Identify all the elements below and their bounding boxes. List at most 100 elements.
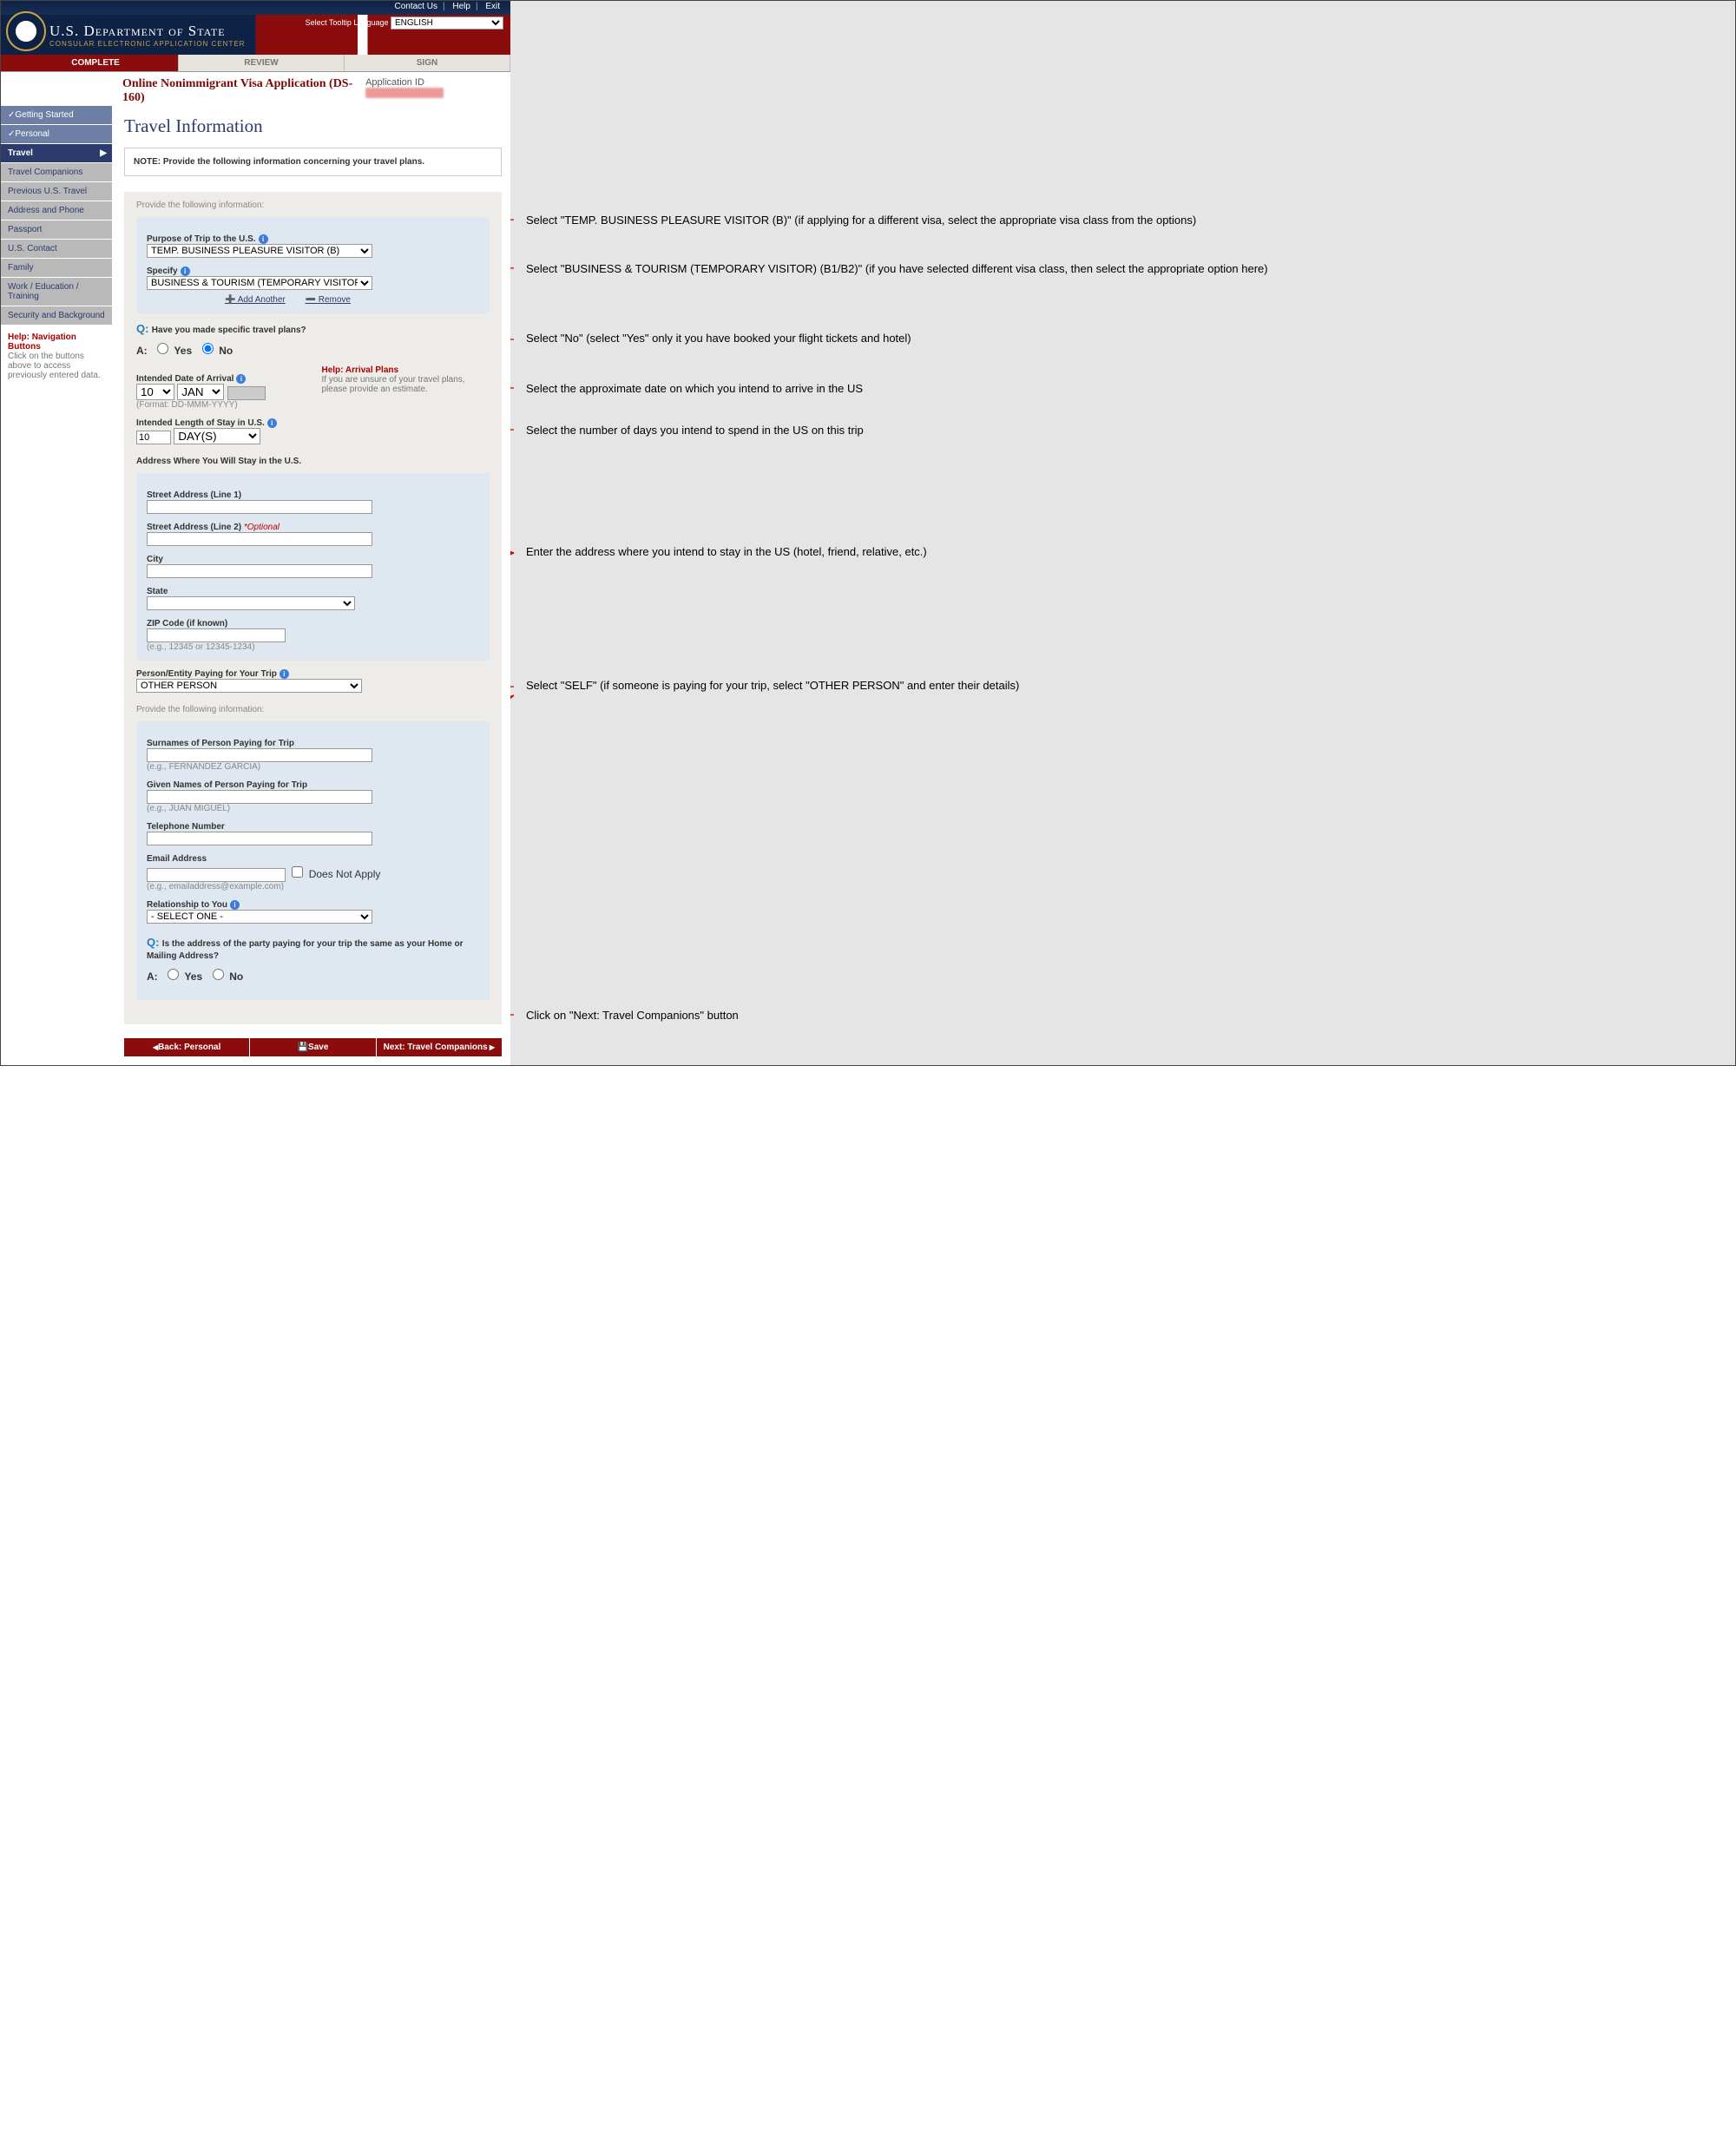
plans-yes[interactable]: Yes <box>153 345 192 357</box>
city-input[interactable] <box>147 564 372 578</box>
help-link[interactable]: Help <box>452 2 470 11</box>
sidebar-item[interactable]: Getting Started <box>1 106 112 125</box>
arrival-format: (Format: DD-MMM-YYYY) <box>136 400 305 410</box>
annotation-plans: Select "No" (select "Yes" only it you ha… <box>526 331 920 346</box>
dept-subtitle: CONSULAR ELECTRONIC APPLICATION CENTER <box>49 40 245 48</box>
sidebar-item[interactable]: U.S. Contact <box>1 240 112 259</box>
zip-label: ZIP Code (if known) <box>147 619 479 628</box>
app-title: Online Nonimmigrant Visa Application (DS… <box>122 77 365 105</box>
sidebar-item[interactable]: Personal <box>1 125 112 144</box>
info-icon[interactable]: i <box>230 900 240 910</box>
annotation-stay: Select the number of days you intend to … <box>526 423 872 438</box>
addr1-label: Street Address (Line 1) <box>147 490 479 500</box>
help-arrival-text: If you are unsure of your travel plans, … <box>322 375 490 394</box>
sidebar-item[interactable]: Address and Phone <box>1 201 112 220</box>
payer-select[interactable]: OTHER PERSON <box>136 679 362 693</box>
email-na-checkbox[interactable]: Does Not Apply <box>288 868 380 880</box>
provide-label: Provide the following information: <box>136 201 490 210</box>
email-label: Email Address <box>147 854 479 864</box>
info-icon[interactable]: i <box>236 374 246 384</box>
zip-input[interactable] <box>147 628 286 642</box>
city-label: City <box>147 555 479 564</box>
sidebar-item[interactable]: Travel <box>1 144 112 163</box>
annotation-address: Enter the address where you intend to st… <box>526 544 936 560</box>
save-button[interactable]: Save <box>250 1038 376 1056</box>
sidebar-item[interactable]: Previous U.S. Travel <box>1 182 112 201</box>
chevron-down-icon <box>1 55 13 71</box>
info-icon[interactable]: i <box>259 234 268 244</box>
arrow-overlay <box>510 1 1735 1069</box>
rel-select[interactable]: - SELECT ONE - <box>147 910 372 924</box>
addr2-label: Street Address (Line 2) <box>147 523 241 532</box>
arrival-day[interactable]: 10 <box>136 384 174 400</box>
tab-sign[interactable]: SIGN <box>345 55 510 71</box>
sameaddr-no[interactable]: No <box>208 970 243 983</box>
sidebar-item[interactable]: Security and Background <box>1 306 112 326</box>
sidebar-item[interactable]: Family <box>1 259 112 278</box>
info-icon[interactable]: i <box>279 669 289 679</box>
arrival-month[interactable]: JAN <box>177 384 224 400</box>
arrival-label: Intended Date of Arrival <box>136 374 233 384</box>
sameaddr-yes[interactable]: Yes <box>163 970 202 983</box>
arrival-year[interactable] <box>227 386 266 400</box>
sidebar-help-text: Click on the buttons above to access pre… <box>8 352 105 380</box>
lang-select[interactable]: ENGLISH <box>391 16 503 30</box>
sidebar-item[interactable]: Passport <box>1 220 112 240</box>
exit-link[interactable]: Exit <box>485 2 500 11</box>
payer-label: Person/Entity Paying for Your Trip <box>136 669 277 679</box>
specify-label: Specify <box>147 266 178 276</box>
help-arrival-title: Help: Arrival Plans <box>322 365 490 375</box>
state-label: State <box>147 587 479 596</box>
stay-number[interactable] <box>136 431 171 444</box>
info-icon[interactable]: i <box>267 418 277 428</box>
tel-input[interactable] <box>147 832 372 845</box>
instruction-note: NOTE: Provide the following information … <box>124 148 502 176</box>
sidebar-item[interactable]: Work / Education / Training <box>1 278 112 306</box>
seal-icon <box>6 11 46 51</box>
section-title: Travel Information <box>124 115 502 137</box>
annotation-payer: Select "SELF" (if someone is paying for … <box>526 678 1028 694</box>
q-travelplans: Have you made specific travel plans? <box>152 326 306 335</box>
given-label: Given Names of Person Paying for Trip <box>147 780 479 790</box>
given-hint: (e.g., JUAN MIGUEL) <box>147 804 479 813</box>
back-button[interactable]: Back: Personal <box>124 1038 250 1056</box>
stay-unit[interactable]: DAY(S) <box>174 428 260 444</box>
tab-complete[interactable]: COMPLETE <box>13 55 179 71</box>
plans-no[interactable]: No <box>198 345 233 357</box>
surnames-input[interactable] <box>147 748 372 762</box>
lang-label: Select Tooltip Language <box>306 18 389 27</box>
surnames-hint: (e.g., FERNANDEZ GARCIA) <box>147 762 479 772</box>
addr1-input[interactable] <box>147 500 372 514</box>
rel-label: Relationship to You <box>147 900 227 910</box>
sidebar-help-title: Help: Navigation Buttons <box>8 332 105 352</box>
addr2-optional: *Optional <box>244 523 279 532</box>
app-id-value <box>365 88 444 98</box>
q-sameaddr: Is the address of the party paying for y… <box>147 939 464 961</box>
contact-link[interactable]: Contact Us <box>395 2 437 11</box>
state-select[interactable] <box>147 596 355 610</box>
given-input[interactable] <box>147 790 372 804</box>
progress-tabs: COMPLETE REVIEW SIGN <box>1 55 510 72</box>
remove-link[interactable]: ➖ Remove <box>306 295 351 305</box>
email-hint: (e.g., emailaddress@example.com) <box>147 882 479 891</box>
add-another-link[interactable]: ➕ Add Another <box>225 295 286 305</box>
specify-select[interactable]: BUSINESS & TOURISM (TEMPORARY VISITOR) (… <box>147 276 372 290</box>
button-bar: Back: Personal Save Next: Travel Compani… <box>124 1038 502 1056</box>
annotation-pane: Select "TEMP. BUSINESS PLEASURE VISITOR … <box>510 1 1735 1065</box>
annotation-purpose: Select "TEMP. BUSINESS PLEASURE VISITOR … <box>526 213 1205 228</box>
purpose-select[interactable]: TEMP. BUSINESS PLEASURE VISITOR (B) <box>147 244 372 258</box>
addr2-input[interactable] <box>147 532 372 546</box>
payer-provide-label: Provide the following information: <box>136 705 490 714</box>
annotation-arrival: Select the approximate date on which you… <box>526 381 871 397</box>
tab-review[interactable]: REVIEW <box>179 55 345 71</box>
purpose-label: Purpose of Trip to the U.S. <box>147 234 256 244</box>
dept-title: U.S. Department of State <box>49 23 226 39</box>
next-button[interactable]: Next: Travel Companions <box>377 1038 502 1056</box>
surnames-label: Surnames of Person Paying for Trip <box>147 739 479 748</box>
sidebar-item[interactable]: Travel Companions <box>1 163 112 182</box>
info-icon[interactable]: i <box>181 266 190 276</box>
address-section-label: Address Where You Will Stay in the U.S. <box>136 457 490 466</box>
banner: U.S. Department of State CONSULAR ELECTR… <box>1 15 510 55</box>
email-input[interactable] <box>147 868 286 882</box>
app-id-label: Application ID <box>365 77 424 88</box>
